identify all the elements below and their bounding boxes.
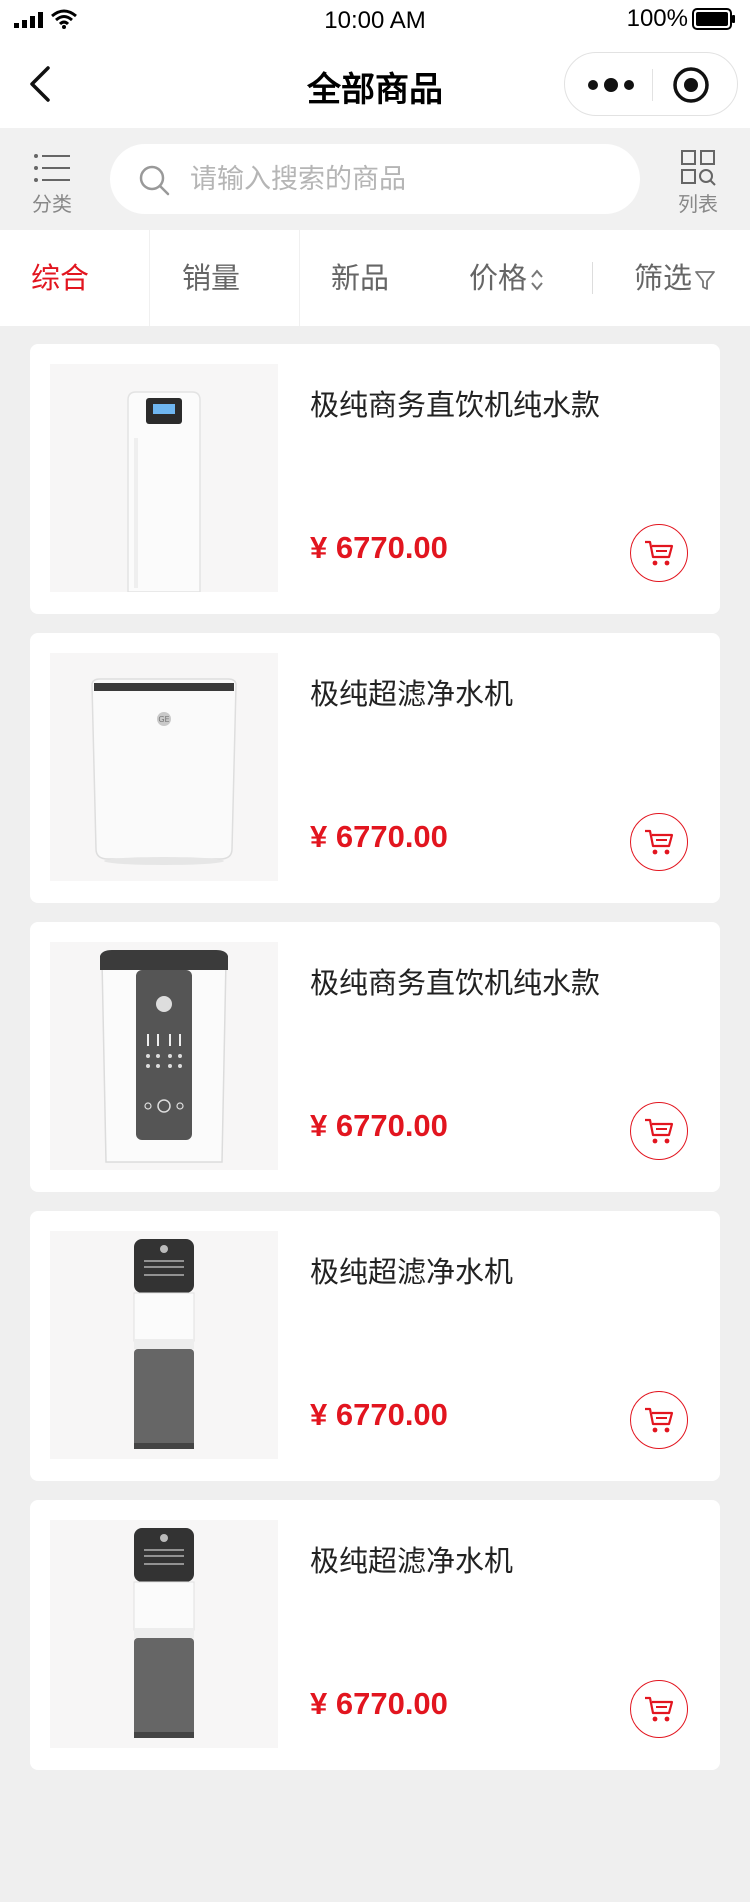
product-price: ¥ 6770.00 bbox=[310, 819, 448, 854]
sort-bar: 综合 销量 新品 价格 筛选 bbox=[0, 230, 750, 326]
cart-icon bbox=[645, 1696, 674, 1722]
product-price: ¥ 6770.00 bbox=[310, 1686, 448, 1721]
product-name[interactable]: 极纯商务直饮机纯水款 bbox=[310, 382, 600, 424]
status-bar: 10:00 AM 100% bbox=[0, 0, 750, 40]
tab-filter[interactable]: 筛选 bbox=[634, 230, 716, 326]
add-to-cart-button[interactable] bbox=[630, 1391, 688, 1449]
view-label: 列表 bbox=[678, 192, 718, 216]
product-name[interactable]: 极纯超滤净水机 bbox=[310, 1249, 513, 1291]
add-to-cart-button[interactable] bbox=[630, 1102, 688, 1160]
category-label: 分类 bbox=[32, 192, 72, 216]
filter-funnel-icon bbox=[695, 271, 715, 290]
product-card[interactable]: 极纯商务直饮机纯水款 ¥ 6770.00 bbox=[30, 922, 720, 1192]
search-icon bbox=[139, 165, 170, 196]
product-price: ¥ 6770.00 bbox=[310, 1397, 448, 1432]
view-toggle-button[interactable]: 列表 bbox=[668, 150, 728, 217]
product-card[interactable]: GE 极纯超滤净水机 ¥ 6770.00 bbox=[30, 633, 720, 903]
category-button[interactable]: 分类 bbox=[22, 150, 82, 217]
add-to-cart-button[interactable] bbox=[630, 524, 688, 582]
product-image[interactable] bbox=[50, 1231, 278, 1459]
search-row: 分类 列表 bbox=[0, 128, 750, 230]
tab-filter-label: 筛选 bbox=[634, 261, 693, 295]
add-to-cart-button[interactable] bbox=[630, 1680, 688, 1738]
nav-bar: 全部商品 bbox=[0, 40, 750, 128]
product-card[interactable]: 极纯超滤净水机 ¥ 6770.00 bbox=[30, 1211, 720, 1481]
more-dots-icon[interactable] bbox=[585, 65, 637, 105]
cart-icon bbox=[645, 540, 674, 566]
target-icon[interactable] bbox=[671, 65, 711, 105]
product-image[interactable] bbox=[50, 364, 278, 592]
product-name[interactable]: 极纯商务直饮机纯水款 bbox=[310, 960, 600, 1002]
product-price: ¥ 6770.00 bbox=[310, 530, 448, 565]
cart-icon bbox=[645, 1407, 674, 1433]
product-image[interactable] bbox=[50, 942, 278, 1170]
product-name[interactable]: 极纯超滤净水机 bbox=[310, 1538, 513, 1580]
sort-divider bbox=[592, 262, 593, 294]
mini-program-capsule bbox=[564, 52, 738, 116]
grid-search-icon bbox=[681, 150, 716, 186]
add-to-cart-button[interactable] bbox=[630, 813, 688, 871]
product-image[interactable] bbox=[50, 1520, 278, 1748]
tab-sales[interactable]: 销量 bbox=[182, 230, 240, 326]
product-card[interactable]: 极纯超滤净水机 ¥ 6770.00 bbox=[30, 1500, 720, 1770]
product-name[interactable]: 极纯超滤净水机 bbox=[310, 671, 513, 713]
product-card[interactable]: 极纯商务直饮机纯水款 ¥ 6770.00 bbox=[30, 344, 720, 614]
product-image[interactable]: GE bbox=[50, 653, 278, 881]
cart-icon bbox=[645, 1118, 674, 1144]
sort-updown-icon bbox=[531, 269, 543, 291]
tab-new[interactable]: 新品 bbox=[331, 230, 389, 326]
tab-comprehensive[interactable]: 综合 bbox=[31, 230, 89, 326]
battery-icon bbox=[692, 8, 735, 30]
product-list: 极纯商务直饮机纯水款 ¥ 6770.00 GE 极纯超滤净水机 ¥ 6770.0… bbox=[30, 344, 720, 1789]
sort-divider bbox=[299, 230, 300, 326]
tab-price-label: 价格 bbox=[469, 261, 528, 295]
list-icon bbox=[34, 154, 70, 182]
svg-text:GE: GE bbox=[158, 715, 169, 724]
battery-percent: 100% bbox=[626, 5, 688, 32]
search-input[interactable] bbox=[190, 158, 610, 200]
tab-price[interactable]: 价格 bbox=[469, 230, 545, 326]
product-price: ¥ 6770.00 bbox=[310, 1108, 448, 1143]
search-bar[interactable] bbox=[110, 144, 640, 214]
capsule-divider bbox=[652, 69, 653, 101]
cart-icon bbox=[645, 829, 674, 855]
sort-divider bbox=[149, 230, 150, 326]
